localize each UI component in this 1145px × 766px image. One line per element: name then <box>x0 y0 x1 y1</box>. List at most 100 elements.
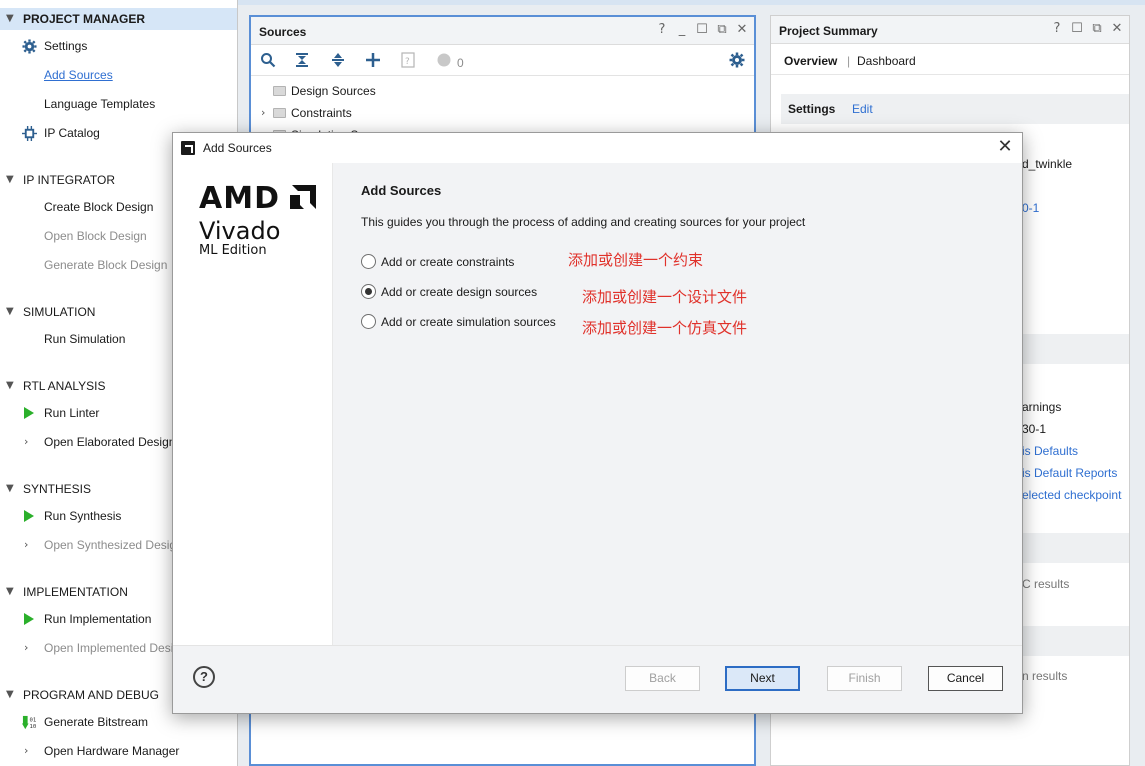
panel-title: Project Summary <box>779 24 878 38</box>
section-title: SYNTHESIS <box>23 482 92 496</box>
option-label: Add or create simulation sources <box>381 315 556 329</box>
panel-title: Sources <box>259 25 307 39</box>
close-icon[interactable]: ✕ <box>994 136 1016 158</box>
section-title: SIMULATION <box>23 305 96 319</box>
nav-item-label: Run Implementation <box>44 612 152 626</box>
summary-link[interactable]: 0-1 <box>1022 201 1039 215</box>
dialog-title: Add Sources <box>203 141 272 155</box>
nav-item-add-sources[interactable]: Add Sources <box>0 64 237 86</box>
nav-item-settings[interactable]: Settings <box>0 35 237 57</box>
settings-header: Settings Edit <box>781 94 1129 124</box>
close-icon[interactable]: ✕ <box>1111 21 1123 36</box>
dialog-heading: Add Sources <box>361 183 442 198</box>
nav-item-open-hardware-manager[interactable]: › Open Hardware Manager <box>0 740 237 762</box>
float-icon[interactable]: ⧉ <box>716 22 728 37</box>
dialog-content: Add Sources This guides you through the … <box>333 163 1022 647</box>
play-icon <box>22 406 38 420</box>
folder-icon <box>273 108 286 118</box>
bitstream-icon: 01 10 <box>22 715 38 730</box>
close-icon[interactable]: ✕ <box>736 22 748 37</box>
edition-text: ML Edition <box>199 243 267 258</box>
panel-controls: ? ☐ ⧉ ✕ <box>1051 21 1123 36</box>
add-icon[interactable] <box>364 52 382 70</box>
next-button[interactable]: Next <box>725 666 800 691</box>
properties-icon[interactable]: ? <box>399 52 417 70</box>
chevron-down-icon: ▼ <box>6 586 14 597</box>
maximize-icon[interactable]: ☐ <box>1071 21 1083 36</box>
gear-icon <box>22 39 38 54</box>
nav-item-label: Settings <box>44 39 88 53</box>
section-project-manager[interactable]: ▼ PROJECT MANAGER <box>0 8 237 30</box>
option-label: Add or create constraints <box>381 255 515 269</box>
help-icon[interactable]: ? <box>656 22 668 37</box>
maximize-icon[interactable]: ☐ <box>696 22 708 37</box>
nav-item-label: Add Sources <box>44 68 113 82</box>
section-title: IMPLEMENTATION <box>23 585 128 599</box>
summary-text: 30-1 <box>1022 422 1047 436</box>
float-icon[interactable]: ⧉ <box>1091 21 1103 36</box>
summary-link[interactable]: is Default Reports <box>1022 466 1117 480</box>
gear-icon[interactable] <box>728 52 746 70</box>
collapse-all-icon[interactable] <box>293 52 311 70</box>
panel-controls: ? _ ☐ ⧉ ✕ <box>656 22 748 37</box>
folder-icon <box>273 86 286 96</box>
status-dot-icon <box>435 52 453 70</box>
expand-all-icon[interactable] <box>329 52 347 70</box>
section-title: RTL ANALYSIS <box>23 379 106 393</box>
annotation-text: 添加或创建一个仿真文件 <box>582 319 748 337</box>
svg-text:10: 10 <box>30 724 37 730</box>
annotation-text: 添加或创建一个约束 <box>568 251 704 269</box>
svg-text:?: ? <box>405 57 410 67</box>
nav-item-label: Run Synthesis <box>44 509 122 523</box>
top-strip <box>238 0 1145 5</box>
radio-button-selected[interactable] <box>361 284 376 299</box>
amd-logo-text: AMD <box>199 181 280 216</box>
tree-item-design-sources[interactable]: Design Sources <box>251 80 754 102</box>
dialog-description: This guides you through the process of a… <box>361 215 806 229</box>
nav-item-label: Generate Block Design <box>44 258 168 272</box>
settings-label: Settings <box>788 102 836 116</box>
summary-tabs: Overview | Dashboard <box>771 45 1129 75</box>
summary-text: n results <box>1022 669 1068 683</box>
radio-button[interactable] <box>361 254 376 269</box>
section-title: PROGRAM AND DEBUG <box>23 688 160 702</box>
summary-link[interactable]: is Defaults <box>1022 444 1078 458</box>
chevron-down-icon: ▼ <box>6 689 14 700</box>
nav-item-label: Language Templates <box>44 97 156 111</box>
dialog-footer: ? Back Next Finish Cancel <box>173 645 1022 713</box>
amd-logo-mark <box>288 183 318 211</box>
chevron-right-icon: › <box>24 641 29 654</box>
nav-item-label: Run Linter <box>44 406 100 420</box>
sources-panel-header: Sources ? _ ☐ ⧉ ✕ <box>251 17 754 45</box>
option-label: Add or create design sources <box>381 285 538 299</box>
help-icon[interactable]: ? <box>1051 21 1063 36</box>
nav-item-label: Open Elaborated Design <box>44 435 176 449</box>
nav-item-generate-bitstream[interactable]: 01 10 Generate Bitstream <box>0 711 237 733</box>
chevron-down-icon: ▼ <box>6 13 14 24</box>
chevron-right-icon: › <box>24 744 29 757</box>
vivado-app-icon <box>181 141 195 155</box>
back-button[interactable]: Back <box>625 666 700 691</box>
tab-dashboard[interactable]: Dashboard <box>857 54 916 68</box>
nav-item-label: Open Block Design <box>44 229 147 243</box>
nav-item-label: Generate Bitstream <box>44 715 149 729</box>
summary-panel-header: Project Summary ? ☐ ⧉ ✕ <box>771 16 1129 44</box>
minimize-icon[interactable]: _ <box>676 22 688 37</box>
dialog-titlebar[interactable]: Add Sources ✕ <box>173 133 1022 163</box>
settings-edit-link[interactable]: Edit <box>852 102 873 116</box>
svg-text:01: 01 <box>30 718 37 724</box>
nav-item-language-templates[interactable]: Language Templates <box>0 93 237 115</box>
radio-button[interactable] <box>361 314 376 329</box>
chevron-down-icon: ▼ <box>6 483 14 494</box>
tab-overview[interactable]: Overview <box>784 54 837 68</box>
add-sources-dialog: Add Sources ✕ AMD Vivado ML Edition Add … <box>172 132 1023 714</box>
search-icon[interactable] <box>259 52 277 70</box>
finish-button[interactable]: Finish <box>827 666 902 691</box>
tree-item-constraints[interactable]: › Constraints <box>251 102 754 124</box>
chevron-right-icon[interactable]: › <box>261 106 265 119</box>
chevron-down-icon: ▼ <box>6 174 14 185</box>
summary-link[interactable]: elected checkpoint <box>1022 488 1121 502</box>
cancel-button[interactable]: Cancel <box>928 666 1003 691</box>
help-button[interactable]: ? <box>193 666 215 688</box>
nav-item-label: Run Simulation <box>44 332 126 346</box>
